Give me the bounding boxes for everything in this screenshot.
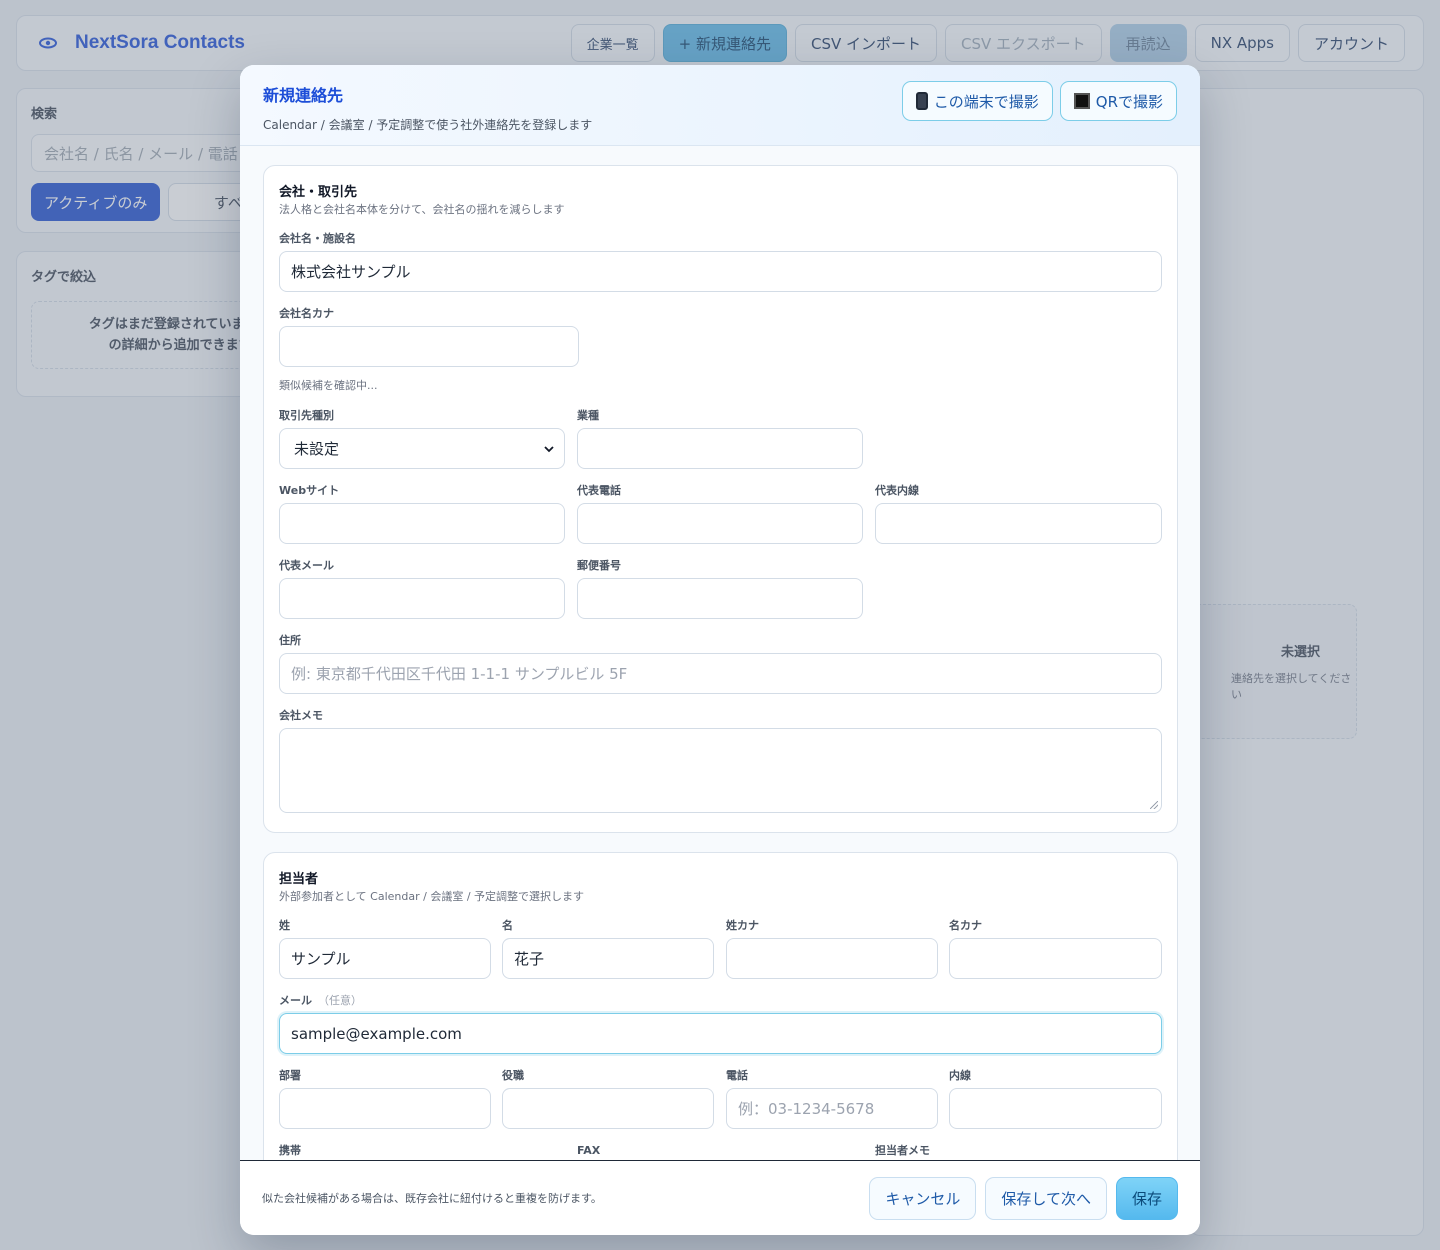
last-name-label: 姓 bbox=[279, 919, 290, 932]
email-label-text: メール bbox=[279, 994, 312, 1007]
main-email-label: 代表メール bbox=[279, 559, 334, 572]
address-field: 住所 例: 東京都千代田区千代田 1-1-1 サンプルビル 5F bbox=[279, 634, 1162, 694]
first-kana-field: 名カナ bbox=[949, 919, 1162, 979]
industry-field: 業種 bbox=[577, 409, 863, 469]
similar-candidates-hint: 類似候補を確認中... bbox=[279, 379, 378, 392]
capture-actions: この端末で撮影 QRで撮影 bbox=[901, 81, 1177, 121]
last-kana-field: 姓カナ bbox=[726, 919, 938, 979]
company-name-input[interactable]: 株式会社サンプル bbox=[279, 251, 1162, 292]
partner-type-label: 取引先種別 bbox=[279, 409, 334, 422]
industry-label: 業種 bbox=[577, 409, 599, 422]
last-name-field: 姓 サンプル bbox=[279, 919, 491, 979]
email-label: メール （任意） bbox=[279, 994, 1162, 1008]
company-section-title: 会社・取引先 bbox=[279, 185, 358, 200]
company-memo-field: 会社メモ bbox=[279, 709, 1162, 813]
company-memo-label: 会社メモ bbox=[279, 709, 323, 722]
job-title-input[interactable] bbox=[502, 1088, 714, 1129]
mobile-field: 携帯 bbox=[279, 1144, 565, 1160]
main-phone-field: 代表電話 bbox=[577, 484, 863, 544]
extension-input[interactable] bbox=[949, 1088, 1162, 1129]
email-input[interactable]: sample@example.com bbox=[279, 1013, 1162, 1054]
footer-actions: キャンセル 保存して次へ 保存 bbox=[869, 1176, 1178, 1220]
department-input[interactable] bbox=[279, 1088, 491, 1129]
first-kana-label: 名カナ bbox=[949, 919, 982, 932]
footer-note: 似た会社候補がある場合は、既存会社に紐付けると重複を防げます。 bbox=[262, 1192, 602, 1205]
company-name-label: 会社名・施設名 bbox=[279, 232, 356, 245]
zip-field: 郵便番号 bbox=[577, 559, 863, 619]
modal-footer: 似た会社候補がある場合は、既存会社に紐付けると重複を防げます。 キャンセル 保存… bbox=[240, 1160, 1200, 1235]
first-kana-input[interactable] bbox=[949, 938, 1162, 979]
website-field: Webサイト bbox=[279, 484, 565, 544]
main-ext-label: 代表内線 bbox=[875, 484, 919, 497]
phone-icon bbox=[915, 92, 928, 110]
person-section-title: 担当者 bbox=[279, 872, 319, 887]
last-kana-input[interactable] bbox=[726, 938, 938, 979]
company-kana-input[interactable] bbox=[279, 326, 579, 367]
contact-person-section: 担当者 外部参加者として Calendar / 会議室 / 予定調整で選択します… bbox=[263, 852, 1178, 1160]
zip-input[interactable] bbox=[577, 578, 863, 619]
job-title-field: 役職 bbox=[502, 1069, 714, 1129]
mobile-label: 携帯 bbox=[279, 1144, 301, 1157]
capture-qr-label: QRで撮影 bbox=[1095, 92, 1163, 111]
company-name-field: 会社名・施設名 株式会社サンプル bbox=[279, 232, 1162, 292]
save-button[interactable]: 保存 bbox=[1115, 1176, 1178, 1220]
industry-input[interactable] bbox=[577, 428, 863, 469]
capture-device-button[interactable]: この端末で撮影 bbox=[901, 81, 1053, 121]
resize-handle-icon[interactable] bbox=[1150, 801, 1158, 809]
main-ext-field: 代表内線 bbox=[875, 484, 1162, 544]
person-memo-field: 担当者メモ bbox=[875, 1144, 1162, 1160]
email-optional-note: （任意） bbox=[318, 994, 362, 1007]
modal-body[interactable]: 会社・取引先 法人格と会社名本体を分けて、会社名の揺れを減らします 会社名・施設… bbox=[240, 146, 1200, 1160]
chevron-down-icon bbox=[544, 442, 554, 456]
first-name-input[interactable]: 花子 bbox=[502, 938, 714, 979]
company-section: 会社・取引先 法人格と会社名本体を分けて、会社名の揺れを減らします 会社名・施設… bbox=[263, 165, 1178, 833]
main-email-input[interactable] bbox=[279, 578, 565, 619]
first-name-label: 名 bbox=[502, 919, 513, 932]
cancel-button[interactable]: キャンセル bbox=[869, 1176, 977, 1220]
last-kana-label: 姓カナ bbox=[726, 919, 759, 932]
partner-type-field: 取引先種別 未設定 bbox=[279, 409, 565, 469]
website-input[interactable] bbox=[279, 503, 565, 544]
last-name-input[interactable]: サンプル bbox=[279, 938, 491, 979]
phone-label: 電話 bbox=[726, 1069, 748, 1082]
main-email-field: 代表メール bbox=[279, 559, 565, 619]
zip-label: 郵便番号 bbox=[577, 559, 621, 572]
extension-field: 内線 bbox=[949, 1069, 1162, 1129]
person-section-desc: 外部参加者として Calendar / 会議室 / 予定調整で選択します bbox=[279, 890, 585, 903]
fax-label: FAX bbox=[577, 1144, 601, 1157]
qr-icon bbox=[1073, 93, 1090, 109]
phone-field: 電話 例：03-1234-5678 bbox=[726, 1069, 938, 1129]
website-label: Webサイト bbox=[279, 484, 340, 497]
address-label: 住所 bbox=[279, 634, 301, 647]
department-label: 部署 bbox=[279, 1069, 301, 1082]
partner-type-value: 未設定 bbox=[294, 440, 340, 458]
main-phone-label: 代表電話 bbox=[577, 484, 621, 497]
company-kana-label: 会社名カナ bbox=[279, 307, 334, 320]
extension-label: 内線 bbox=[949, 1069, 971, 1082]
person-memo-label: 担当者メモ bbox=[875, 1144, 930, 1157]
save-and-next-button[interactable]: 保存して次へ bbox=[985, 1176, 1107, 1220]
company-memo-textarea[interactable] bbox=[279, 728, 1162, 813]
phone-input[interactable]: 例：03-1234-5678 bbox=[726, 1088, 938, 1129]
first-name-field: 名 花子 bbox=[502, 919, 714, 979]
company-kana-field: 会社名カナ bbox=[279, 307, 579, 367]
modal-header: 新規連絡先 Calendar / 会議室 / 予定調整で使う社外連絡先を登録しま… bbox=[240, 65, 1200, 146]
main-phone-input[interactable] bbox=[577, 503, 863, 544]
new-contact-modal: 新規連絡先 Calendar / 会議室 / 予定調整で使う社外連絡先を登録しま… bbox=[240, 65, 1200, 1235]
partner-type-select[interactable]: 未設定 bbox=[279, 428, 565, 469]
capture-device-label: この端末で撮影 bbox=[933, 92, 1039, 111]
address-input[interactable]: 例: 東京都千代田区千代田 1-1-1 サンプルビル 5F bbox=[279, 653, 1162, 694]
email-field: メール （任意） sample@example.com bbox=[279, 994, 1162, 1054]
capture-qr-button[interactable]: QRで撮影 bbox=[1059, 81, 1177, 121]
fax-field: FAX bbox=[577, 1144, 863, 1160]
department-field: 部署 bbox=[279, 1069, 491, 1129]
main-ext-input[interactable] bbox=[875, 503, 1162, 544]
job-title-label: 役職 bbox=[502, 1069, 524, 1082]
company-section-desc: 法人格と会社名本体を分けて、会社名の揺れを減らします bbox=[279, 203, 565, 216]
